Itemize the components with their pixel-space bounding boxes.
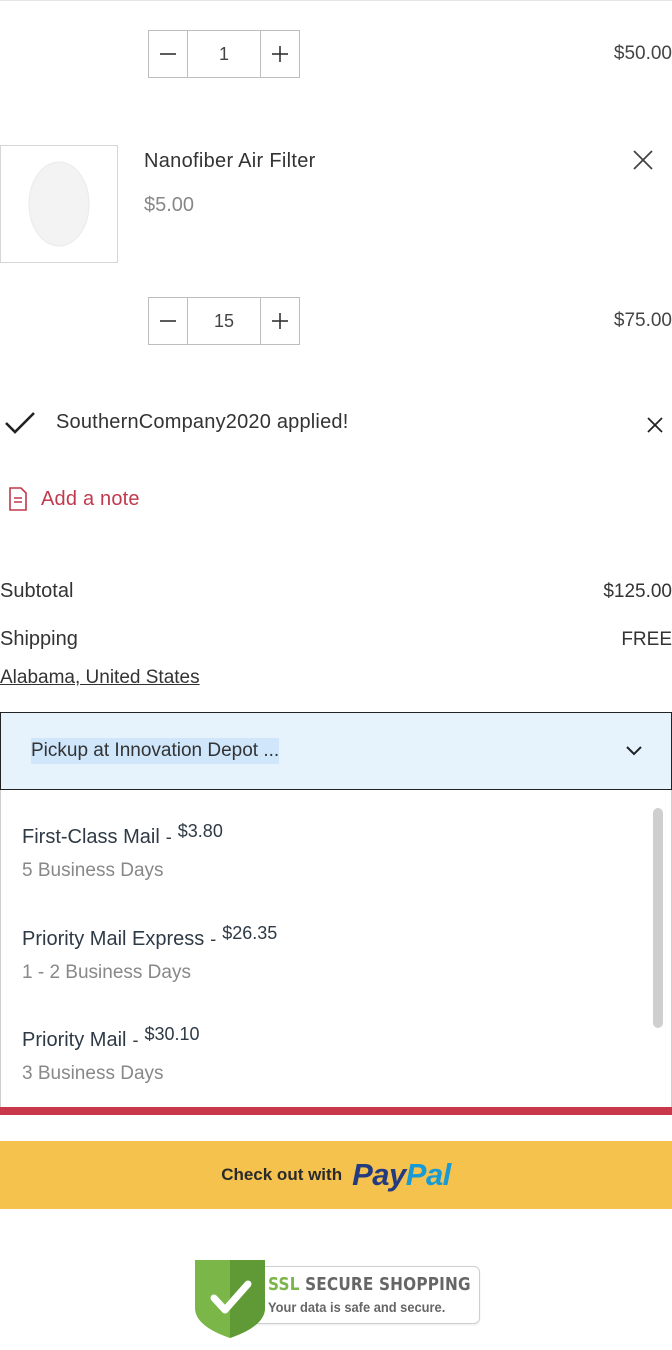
selected-shipping-method: Pickup at Innovation Depot ... [31, 738, 280, 764]
option-separator: - [165, 827, 172, 847]
close-icon [633, 150, 653, 170]
option-price: $30.10 [144, 1024, 200, 1044]
option-separator: - [132, 1030, 139, 1050]
shipping-value: FREE [621, 629, 672, 650]
subtotal-label: Subtotal [0, 580, 74, 602]
dropdown-scrollbar[interactable] [653, 808, 663, 1028]
shipping-options-list: First-Class Mail - $3.80 5 Business Days P… [0, 790, 672, 1108]
ssl-secure-badge: SSL SECURE SHOPPING Your data is safe an… [192, 1258, 482, 1340]
option-delivery-time: 5 Business Days [22, 860, 164, 881]
coupon-applied-text: SouthernCompany2020 applied! [56, 411, 349, 433]
decrease-quantity-button[interactable] [149, 298, 187, 344]
increase-quantity-button[interactable] [261, 298, 299, 344]
option-separator: - [210, 929, 217, 949]
quantity-stepper[interactable]: 1 [148, 30, 300, 78]
minus-icon [160, 53, 176, 55]
subtotal-value: $125.00 [603, 581, 672, 602]
accent-divider [0, 1107, 672, 1115]
shipping-option-priority-express[interactable]: Priority Mail Express - $26.35 1 - 2 Busin… [22, 923, 277, 984]
remove-coupon-button[interactable] [646, 416, 664, 434]
option-delivery-time: 1 - 2 Business Days [22, 962, 191, 983]
shipping-option-first-class[interactable]: First-Class Mail - $3.80 5 Business Days [22, 821, 223, 882]
quantity-stepper[interactable]: 15 [148, 297, 300, 345]
decrease-quantity-button[interactable] [149, 31, 187, 77]
option-name: Priority Mail [22, 1029, 127, 1051]
paypal-button-label: Check out with [221, 1165, 343, 1184]
check-icon [4, 410, 36, 441]
note-icon [9, 487, 27, 511]
add-note-link[interactable]: Add a note [8, 487, 140, 511]
plus-icon [272, 313, 288, 329]
shipping-label: Shipping [0, 628, 78, 650]
plus-icon [272, 46, 288, 62]
line-total: $75.00 [613, 310, 672, 331]
paypal-checkout-button[interactable]: Check out with PayPal [0, 1141, 672, 1209]
product-image[interactable] [0, 145, 118, 263]
increase-quantity-button[interactable] [261, 31, 299, 77]
quantity-input[interactable]: 15 [187, 298, 261, 344]
product-title[interactable]: Nanofiber Air Filter [144, 150, 316, 173]
add-note-label: Add a note [41, 487, 140, 510]
close-icon [647, 417, 663, 433]
line-total: $50.00 [613, 43, 672, 64]
option-price: $26.35 [222, 923, 278, 943]
ssl-badge-subtitle: Your data is safe and secure. [268, 1299, 446, 1315]
minus-icon [160, 320, 176, 322]
shipping-method-select[interactable]: Pickup at Innovation Depot ... [0, 712, 672, 790]
shipping-option-priority[interactable]: Priority Mail - $30.10 3 Business Days [22, 1024, 200, 1085]
shield-check-icon [195, 1260, 265, 1338]
remove-item-button[interactable] [632, 149, 654, 171]
ssl-badge-title: SSL SECURE SHOPPING [268, 1274, 471, 1295]
option-name: First-Class Mail [22, 826, 160, 848]
shipping-region-link[interactable]: Alabama, United States [0, 667, 200, 689]
product-thumbnail [28, 161, 90, 247]
quantity-input[interactable]: 1 [187, 31, 261, 77]
paypal-logo: PayPal [352, 1157, 451, 1192]
option-delivery-time: 3 Business Days [22, 1063, 164, 1084]
top-divider [0, 0, 672, 1]
product-unit-price: $5.00 [144, 194, 195, 216]
option-price: $3.80 [177, 821, 223, 841]
chevron-down-icon [626, 746, 642, 756]
option-name: Priority Mail Express [22, 928, 205, 950]
